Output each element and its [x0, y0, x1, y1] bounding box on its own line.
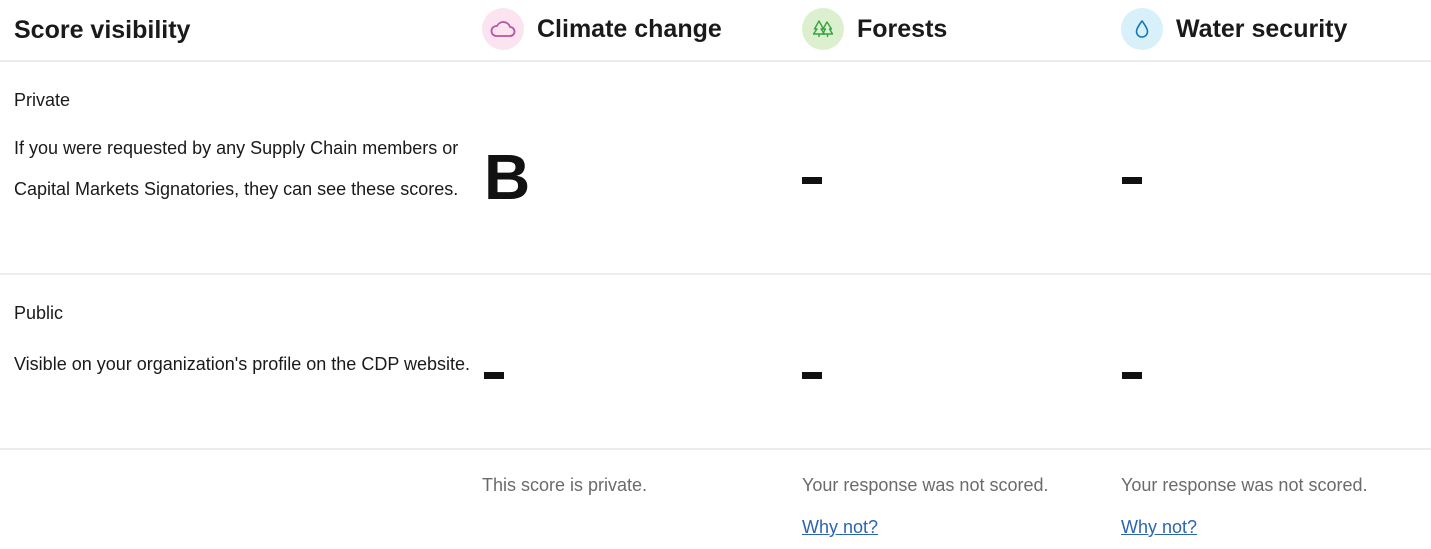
cloud-icon	[482, 8, 524, 50]
row-label-public: Public	[14, 303, 64, 323]
water-drop-icon	[1121, 8, 1163, 50]
column-label-water-security: Water security	[1176, 14, 1348, 43]
divider	[0, 60, 1431, 62]
column-header-climate-change: Climate change	[482, 8, 722, 50]
column-label-forests: Forests	[857, 14, 948, 43]
trees-icon	[802, 8, 844, 50]
column-header-forests: Forests	[802, 8, 947, 50]
why-not-link-water-security[interactable]: Why not?	[1121, 517, 1197, 538]
note-climate-change: This score is private.	[482, 475, 648, 495]
divider	[0, 273, 1431, 275]
score-water-security-public-dash	[1122, 372, 1142, 379]
score-water-security-private-dash	[1122, 177, 1142, 184]
score-visibility-table: Score visibility Climate change Forests	[0, 0, 1431, 549]
column-header-water-security: Water security	[1121, 8, 1347, 50]
score-climate-change-private: B	[484, 141, 531, 213]
score-forests-public-dash	[802, 372, 822, 379]
score-climate-change-public-dash	[484, 372, 504, 379]
table-title: Score visibility	[14, 16, 191, 44]
column-label-climate-change: Climate change	[537, 14, 722, 43]
note-water-security: Your response was not scored.	[1121, 475, 1368, 495]
row-description-private: If you were requested by any Supply Chai…	[14, 138, 459, 199]
note-forests: Your response was not scored.	[802, 475, 1049, 495]
row-description-public: Visible on your organization's profile o…	[14, 354, 471, 374]
why-not-link-forests[interactable]: Why not?	[802, 517, 878, 538]
divider	[0, 448, 1431, 450]
row-label-private: Private	[14, 90, 71, 110]
score-forests-private-dash	[802, 177, 822, 184]
header-row: Score visibility Climate change Forests	[0, 0, 1431, 60]
